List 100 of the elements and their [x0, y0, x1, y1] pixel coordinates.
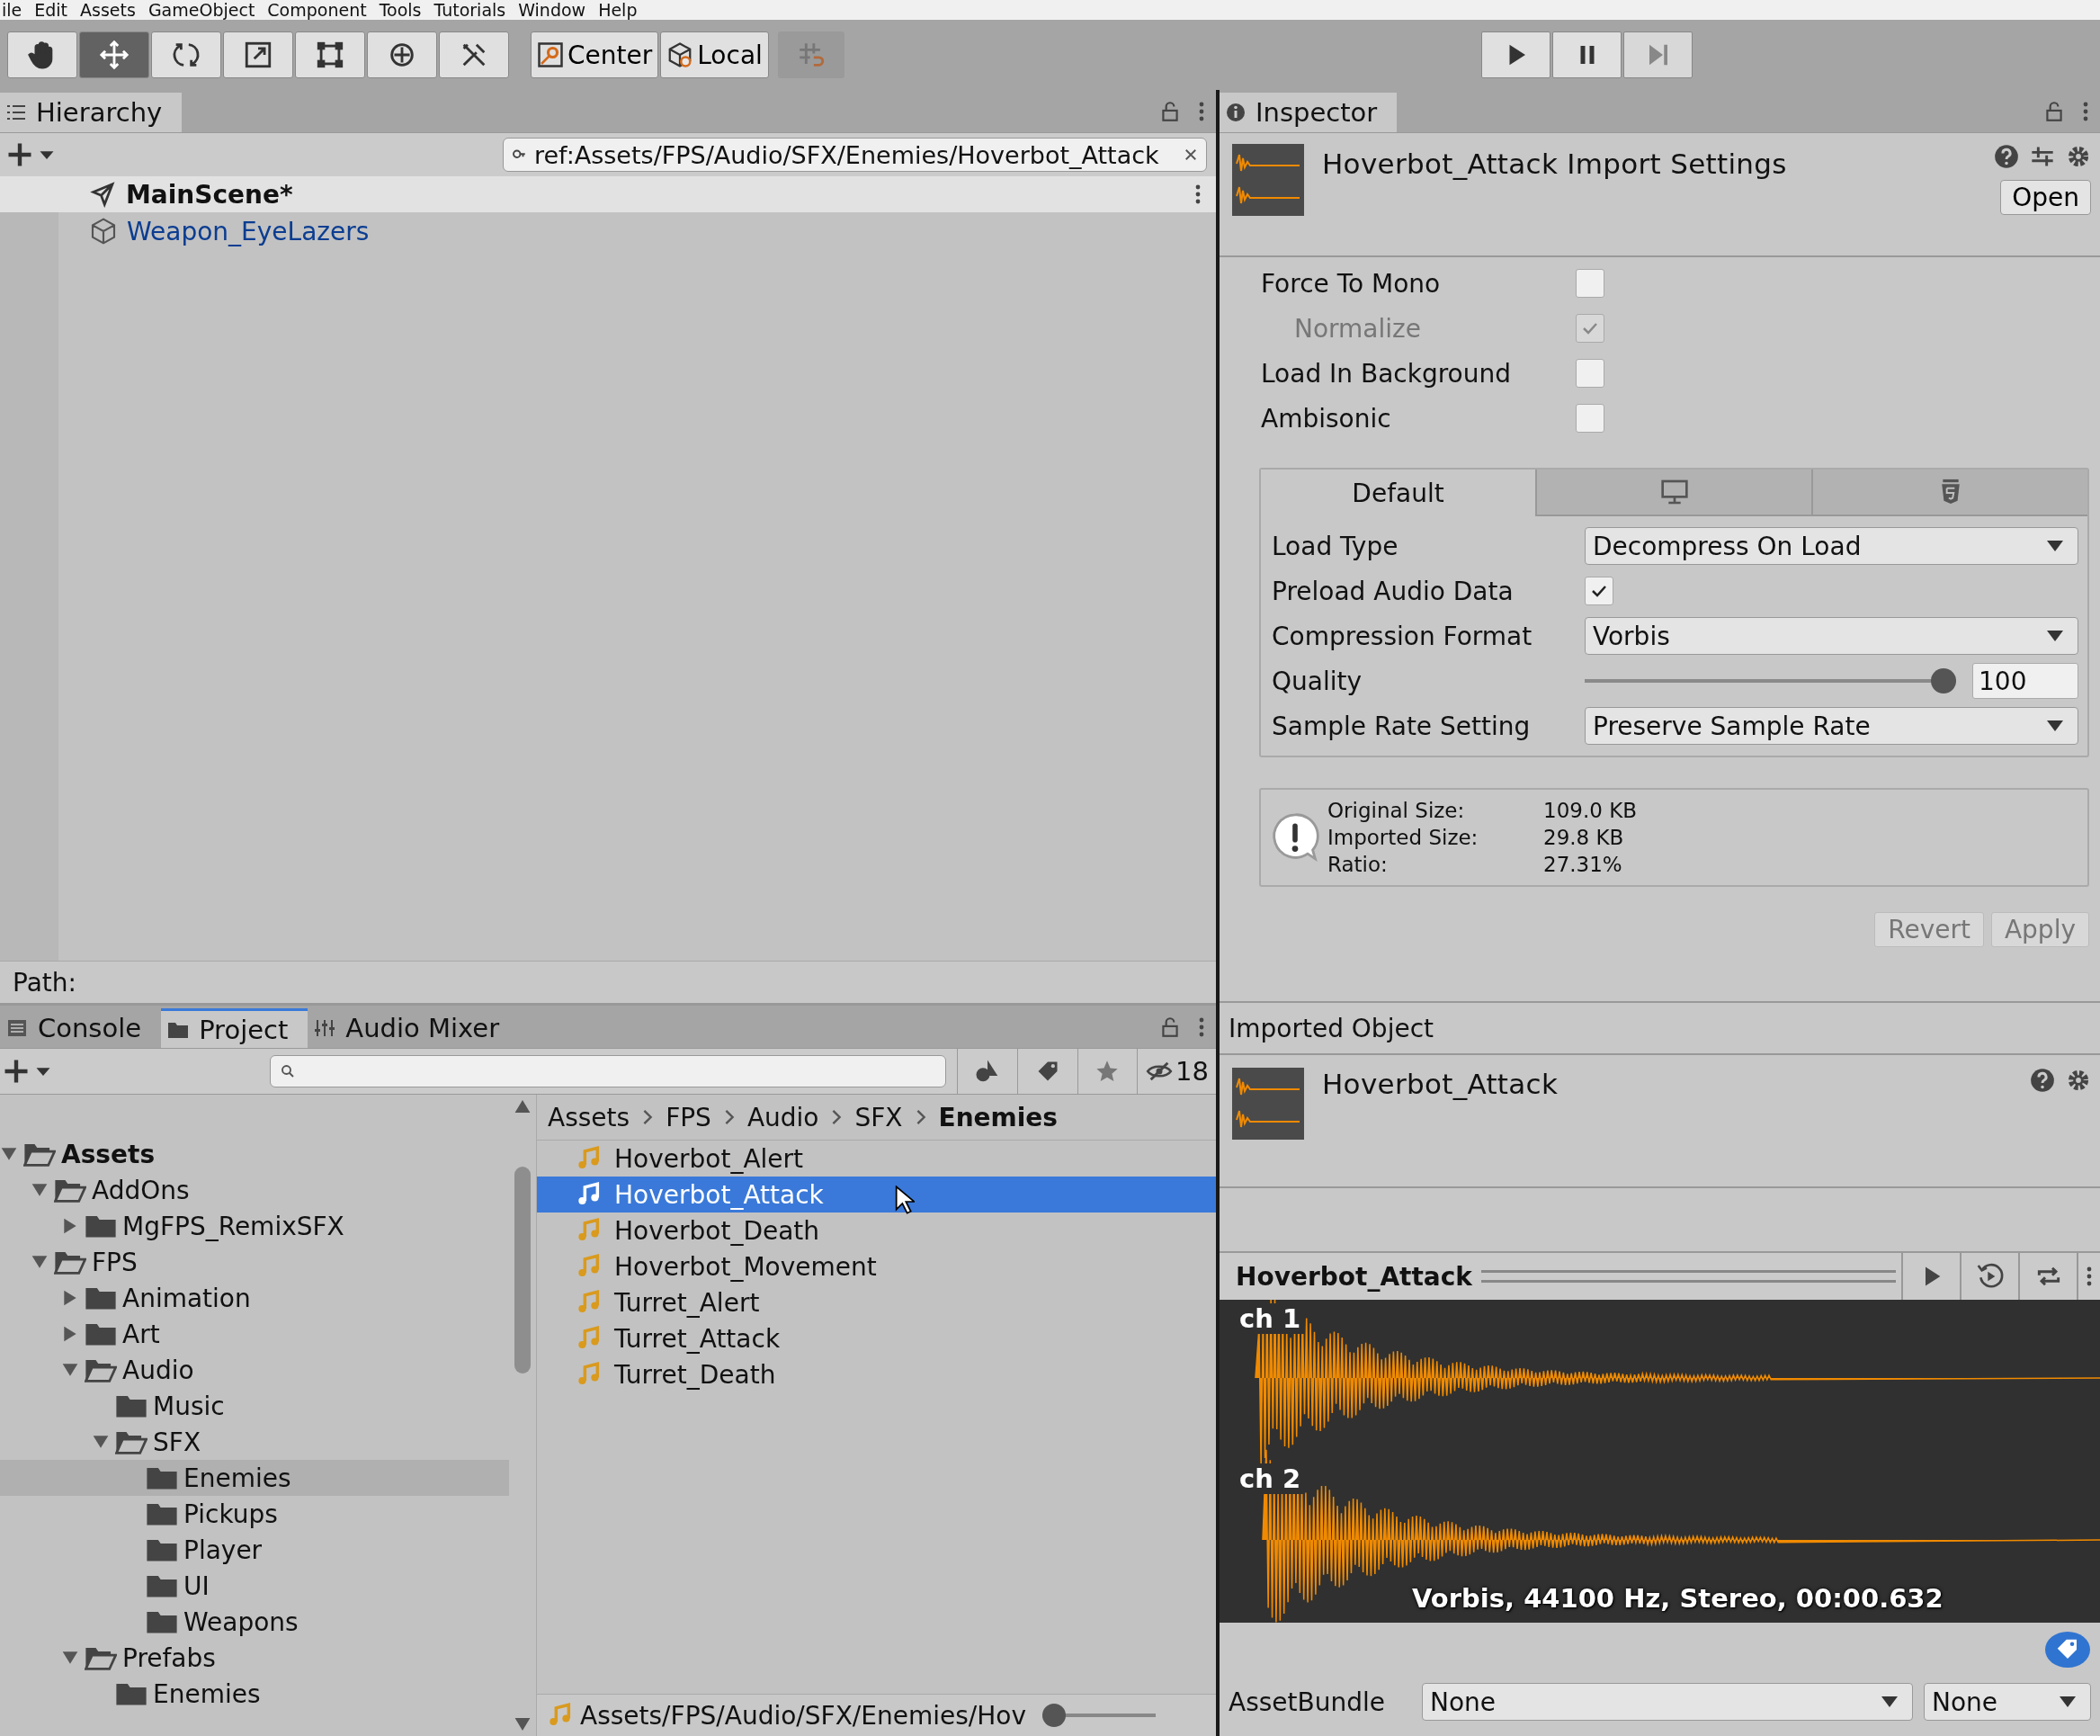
info-label: Ratio: — [1327, 852, 1389, 878]
move-arrows-icon — [99, 40, 130, 70]
platform-tab[interactable] — [1811, 470, 2087, 516]
breadcrumb-item[interactable]: Assets — [548, 1102, 630, 1132]
menu-item[interactable]: Component — [267, 1, 367, 19]
quality-slider[interactable] — [1585, 668, 1956, 694]
folder-tree-item[interactable]: Enemies — [0, 1676, 509, 1712]
caret-icon — [1881, 1696, 1898, 1707]
checkbox[interactable] — [1576, 269, 1604, 298]
scrollbar-thumb[interactable] — [514, 1167, 531, 1374]
folder-tree-item[interactable]: MgFPS_RemixSFX — [0, 1208, 509, 1244]
more-options-icon[interactable] — [1194, 183, 1202, 206]
circular-play-icon — [1975, 1262, 2005, 1291]
scroll-up-icon[interactable] — [514, 1100, 531, 1113]
breadcrumb-item[interactable]: SFX — [854, 1102, 903, 1132]
scroll-down-icon[interactable] — [514, 1718, 531, 1731]
folder-icon — [146, 1609, 178, 1634]
breadcrumb-item[interactable]: Enemies — [938, 1102, 1059, 1132]
folder-tree-item[interactable]: Weapons — [0, 1604, 509, 1640]
settings-icon[interactable] — [2066, 144, 2091, 169]
icon-size-slider[interactable] — [1042, 1704, 1156, 1727]
checkbox[interactable] — [1576, 404, 1604, 433]
playback-button[interactable] — [1481, 31, 1551, 78]
folder-icon — [146, 1501, 178, 1526]
more-options-icon[interactable] — [1198, 100, 1205, 123]
panel-tab[interactable]: Audio Mixer — [308, 1008, 520, 1048]
breadcrumb-item[interactable]: Audio — [746, 1102, 819, 1132]
file-row[interactable]: Hoverbot_Death — [537, 1213, 1216, 1248]
menu-item[interactable]: Window — [518, 1, 586, 19]
hierarchy-item[interactable]: Weapon_EyeLazers — [127, 216, 370, 246]
file-row[interactable]: Hoverbot_Attack — [537, 1177, 1216, 1213]
breadcrumb-item[interactable]: FPS — [666, 1102, 711, 1132]
search-field[interactable]: ref:Assets/FPS/Audio/SFX/Enemies/Hoverbot_Attack — [503, 138, 1207, 172]
field-label: Preload Audio Data — [1272, 576, 1515, 606]
folder-tree-item[interactable]: SFX — [0, 1424, 509, 1460]
tool-button[interactable] — [151, 31, 221, 78]
dropdown[interactable]: None — [1924, 1683, 2091, 1721]
open-button[interactable]: Open — [2000, 180, 2091, 215]
dropdown[interactable]: None — [1422, 1683, 1913, 1721]
clear-icon[interactable] — [1183, 147, 1199, 163]
search-icon — [280, 1063, 296, 1079]
folder-icon — [146, 1573, 178, 1598]
hierarchy-tab[interactable]: Hierarchy — [0, 93, 183, 132]
tag-icon[interactable] — [2044, 1632, 2091, 1668]
menu-item[interactable]: Edit — [34, 1, 68, 19]
tool-button[interactable] — [295, 31, 365, 78]
music-note-icon — [576, 1362, 602, 1387]
more-options-icon[interactable] — [1198, 1016, 1205, 1039]
folder-tree-item[interactable]: Player — [0, 1532, 509, 1568]
pivot-button[interactable]: Local — [660, 31, 769, 78]
folder-tree-item[interactable]: Enemies — [0, 1460, 509, 1496]
folder-tree-item[interactable]: Animation — [0, 1280, 509, 1316]
menu-item[interactable]: Tutorials — [433, 1, 506, 19]
menu-item[interactable]: Assets — [80, 1, 136, 19]
folder-tree-item[interactable]: Music — [0, 1388, 509, 1424]
folder-tree-item[interactable]: Audio — [0, 1352, 509, 1388]
folder-tree-item[interactable]: FPS — [0, 1244, 509, 1280]
help-icon[interactable] — [1994, 144, 2019, 169]
open-folder-icon — [23, 1141, 56, 1167]
waveform-thumbnail-icon — [1232, 1068, 1304, 1140]
playback-button[interactable] — [1552, 31, 1622, 78]
checkbox[interactable] — [1576, 359, 1604, 388]
scene-row[interactable]: MainScene* — [0, 176, 1216, 212]
hidden-packages-button[interactable]: 18 — [1137, 1049, 1216, 1094]
help-icon[interactable] — [2030, 1068, 2055, 1093]
panel-tab[interactable]: Console — [0, 1008, 162, 1048]
file-row[interactable]: Hoverbot_Alert — [537, 1141, 1216, 1177]
tool-button[interactable] — [367, 31, 437, 78]
dropdown[interactable]: Decompress On Load — [1585, 527, 2078, 565]
dropdown[interactable]: Vorbis — [1585, 617, 2078, 655]
folder-tree-item[interactable]: Pickups — [0, 1496, 509, 1532]
menu-item[interactable]: GameObject — [147, 1, 255, 19]
folder-tree-item[interactable]: Assets — [0, 1136, 509, 1172]
field-label: Sample Rate Setting — [1272, 711, 1532, 741]
more-options-icon[interactable] — [2082, 100, 2089, 123]
inspector-tab[interactable]: Inspector — [1220, 93, 1398, 132]
pivot-button[interactable]: Center — [531, 31, 659, 78]
info-value: 27.31% — [1543, 852, 1623, 878]
menu-item[interactable]: Help — [598, 1, 638, 19]
dropdown[interactable]: Preserve Sample Rate — [1585, 707, 2078, 745]
tool-button[interactable] — [7, 31, 77, 78]
settings-icon[interactable] — [2066, 1068, 2091, 1093]
file-row[interactable]: Hoverbot_Movement — [537, 1248, 1216, 1284]
file-row[interactable]: Turret_Attack — [537, 1320, 1216, 1356]
menu-item[interactable]: Tools — [379, 1, 422, 19]
tool-button[interactable] — [223, 31, 293, 78]
folder-tree-item[interactable]: UI — [0, 1568, 509, 1604]
menu-item[interactable]: ile — [2, 1, 22, 19]
number-field[interactable]: 100 — [1972, 663, 2078, 699]
drag-handle[interactable] — [1480, 1270, 1896, 1283]
folder-tree-item[interactable]: Prefabs — [0, 1640, 509, 1676]
file-row[interactable]: Turret_Death — [537, 1356, 1216, 1392]
checkbox[interactable] — [1585, 577, 1613, 605]
folder-tree-item[interactable]: Art — [0, 1316, 509, 1352]
panel-tab[interactable]: Project — [161, 1008, 308, 1048]
search-field[interactable] — [270, 1055, 947, 1087]
file-row[interactable]: Turret_Alert — [537, 1284, 1216, 1320]
tool-button[interactable] — [79, 31, 149, 78]
tool-button[interactable] — [439, 31, 509, 78]
folder-tree-item[interactable]: AddOns — [0, 1172, 509, 1208]
